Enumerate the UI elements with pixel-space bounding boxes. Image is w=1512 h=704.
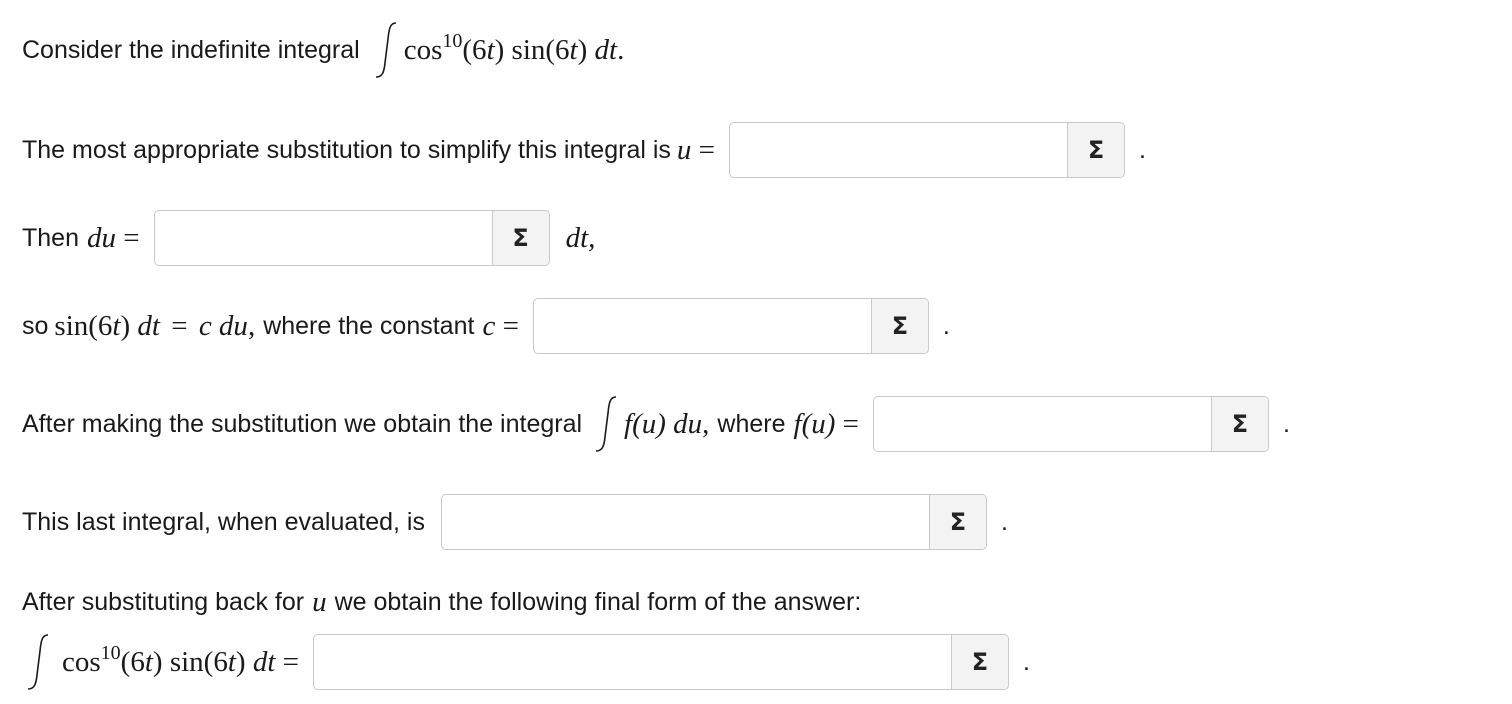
- evaluated-text: This last integral, when evaluated, is: [22, 507, 425, 536]
- sigma-icon[interactable]: Σ: [870, 299, 928, 353]
- question-substitution: The most appropriate substitution to sim…: [22, 120, 1146, 180]
- constant-text: where the constant: [263, 311, 475, 340]
- u-input[interactable]: [730, 123, 1068, 177]
- final-input[interactable]: [313, 635, 951, 689]
- sigma-icon[interactable]: Σ: [929, 495, 986, 549]
- substitution-text: The most appropriate substitution to sim…: [22, 135, 671, 164]
- answer-box-c: Σ: [532, 298, 929, 354]
- question-final: cos10(6t) sin(6t) dt = Σ .: [22, 632, 1030, 692]
- integrand: cos10(6t) sin(6t) dt.: [403, 29, 625, 66]
- intro-text: Consider the indefinite integral: [22, 35, 360, 64]
- integral-sign-icon: [590, 393, 624, 455]
- answer-box-evaluated: Σ: [441, 494, 987, 550]
- answer-box-final: Σ: [312, 634, 1009, 690]
- sigma-icon[interactable]: Σ: [950, 635, 1008, 689]
- sigma-icon[interactable]: Σ: [1211, 397, 1268, 451]
- du-input[interactable]: [154, 211, 492, 265]
- question-constant: so sin(6t) dt = c du, where the constant…: [22, 296, 950, 356]
- answer-box-du: Σ: [153, 210, 550, 266]
- question-fu: After making the substitution we obtain …: [22, 394, 1290, 454]
- fu-input[interactable]: [874, 397, 1211, 451]
- question-du: Then du = Σ dt,: [22, 208, 595, 268]
- question-evaluated: This last integral, when evaluated, is Σ…: [22, 492, 1008, 552]
- integral-sign-icon: [22, 631, 56, 693]
- evaluated-input[interactable]: [442, 495, 929, 549]
- after-sub-text: After making the substitution we obtain …: [22, 409, 583, 438]
- answer-box-u: Σ: [729, 122, 1126, 178]
- sigma-icon[interactable]: Σ: [491, 211, 549, 265]
- question-final-heading: After substituting back for u we obtain …: [22, 585, 862, 618]
- then-text: Then: [22, 223, 79, 252]
- c-input[interactable]: [533, 299, 871, 353]
- question-intro: Consider the indefinite integral cos10(6…: [22, 20, 624, 80]
- final-integrand: cos10(6t) sin(6t) dt =: [62, 641, 299, 678]
- answer-box-fu: Σ: [873, 396, 1269, 452]
- dt-label: dt,: [565, 221, 596, 254]
- sigma-icon[interactable]: Σ: [1067, 123, 1125, 177]
- integral-sign-icon: [370, 19, 404, 81]
